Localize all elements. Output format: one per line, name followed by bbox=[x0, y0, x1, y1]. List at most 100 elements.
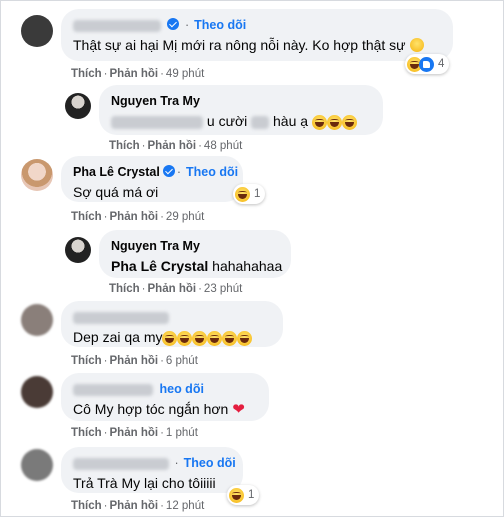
reply-button[interactable]: Phản hồi bbox=[110, 68, 159, 80]
comment-actions: Thích · Phản hồi · 49 phút bbox=[71, 68, 205, 80]
grinning-emoji-icon bbox=[410, 38, 425, 52]
follow-link[interactable]: Theo dõi bbox=[194, 18, 246, 32]
rofl-emoji-icon bbox=[311, 114, 327, 130]
comment-text: u cười hàu ạ bbox=[111, 112, 371, 131]
reply-button[interactable]: Phản hồi bbox=[148, 140, 197, 152]
comment-text: Sợ quá má ơi bbox=[73, 184, 159, 200]
comment-author-row bbox=[73, 309, 271, 325]
comment-text-part: u cười bbox=[206, 113, 248, 129]
comment-actions: Thích · Phản hồi · 1 phút bbox=[71, 427, 198, 439]
blurred-name bbox=[73, 19, 161, 32]
like-button[interactable]: Thích bbox=[71, 211, 102, 223]
blurred-text bbox=[251, 115, 270, 129]
comment-author-row: · Theo dõi bbox=[73, 455, 236, 471]
avatar[interactable] bbox=[21, 449, 53, 481]
like-button[interactable]: Thích bbox=[71, 355, 102, 367]
comment-bubble: · Theo dõi Thật sự ai hại Mị mới ra nông … bbox=[61, 9, 453, 61]
rofl-emoji-icon bbox=[177, 330, 193, 346]
comment-time[interactable]: 48 phút bbox=[204, 140, 242, 152]
comment-text-content: Thật sự ai hại Mị mới ra nông nỗi này. K… bbox=[73, 37, 406, 53]
comment-text-content: hahahahaa bbox=[212, 258, 283, 274]
comment-time[interactable]: 49 phút bbox=[166, 68, 204, 80]
reaction-summary[interactable]: 1 bbox=[227, 485, 260, 505]
comment-bubble: Nguyen Tra My u cười hàu ạ bbox=[99, 85, 383, 135]
blurred-name bbox=[73, 457, 169, 470]
rofl-emoji-icon bbox=[207, 330, 223, 346]
reaction-summary[interactable]: 1 bbox=[233, 184, 266, 204]
rofl-emoji-icon bbox=[237, 330, 253, 346]
comment-actions: Thích · Phản hồi · 12 phút bbox=[71, 500, 205, 512]
haha-reaction-icon bbox=[235, 186, 250, 202]
like-button[interactable]: Thích bbox=[71, 68, 102, 80]
red-heart-icon: ❤ bbox=[232, 401, 245, 418]
blurred-name bbox=[73, 383, 153, 396]
comment-text-content: Cô My hợp tóc ngắn hơn bbox=[73, 401, 229, 417]
avatar[interactable] bbox=[65, 237, 91, 263]
avatar[interactable] bbox=[65, 93, 91, 119]
verified-icon bbox=[162, 165, 175, 177]
avatar[interactable] bbox=[21, 304, 53, 336]
comment-bubble: Dep zai qa my bbox=[61, 301, 283, 347]
reply-button[interactable]: Phản hồi bbox=[148, 283, 197, 295]
comment-time[interactable]: 29 phút bbox=[166, 211, 204, 223]
haha-reaction-icon bbox=[229, 487, 244, 503]
reply-button[interactable]: Phản hồi bbox=[110, 500, 159, 512]
comment-author[interactable]: Nguyen Tra My bbox=[111, 238, 279, 254]
rofl-emoji-icon bbox=[162, 330, 178, 346]
comment-text: Dep zai qa my bbox=[73, 328, 271, 347]
comment-text: Pha Lê Crystal hahahahaa bbox=[111, 257, 283, 276]
reaction-count: 4 bbox=[438, 58, 445, 70]
comments-panel: · Theo dõi Thật sự ai hại Mị mới ra nông … bbox=[0, 0, 504, 517]
blurred-name bbox=[73, 311, 169, 324]
comment-time[interactable]: 12 phút bbox=[166, 500, 204, 512]
separator-dot: · bbox=[176, 165, 182, 179]
avatar[interactable] bbox=[21, 15, 53, 47]
comment-bubble: heo dõi Cô My hợp tóc ngắn hơn ❤ bbox=[61, 373, 269, 421]
reply-button[interactable]: Phản hồi bbox=[110, 211, 159, 223]
comment-bubble: Nguyen Tra My Pha Lê Crystal hahahahaa bbox=[99, 230, 291, 278]
comment-text: Thật sự ai hại Mị mới ra nông nỗi này. K… bbox=[73, 36, 441, 55]
separator-dot: · bbox=[184, 18, 190, 32]
comment-author-row: heo dõi bbox=[73, 381, 257, 397]
comment-actions: Thích · Phản hồi · 23 phút bbox=[109, 283, 243, 295]
avatar[interactable] bbox=[21, 376, 53, 408]
follow-link[interactable]: heo dõi bbox=[159, 382, 203, 396]
comment-author-row: Pha Lê Crystal · Theo dõi bbox=[73, 164, 238, 180]
reply-button[interactable]: Phản hồi bbox=[110, 355, 159, 367]
comment-text-content: Dep zai qa my bbox=[73, 329, 163, 345]
separator-dot: · bbox=[174, 456, 179, 470]
rofl-emoji-icon bbox=[192, 330, 208, 346]
comment-text-part: hàu ạ bbox=[273, 113, 309, 129]
comment-actions: Thích · Phản hồi · 29 phút bbox=[71, 211, 205, 223]
rofl-emoji-icon bbox=[341, 114, 357, 130]
reaction-summary[interactable]: 4 bbox=[405, 54, 450, 74]
blurred-text bbox=[111, 115, 203, 129]
follow-link[interactable]: Theo dõi bbox=[186, 165, 238, 179]
reaction-count: 1 bbox=[254, 188, 261, 200]
comment-time[interactable]: 1 phút bbox=[166, 427, 198, 439]
avatar[interactable] bbox=[21, 159, 53, 191]
comment-actions: Thích · Phản hồi · 6 phút bbox=[71, 355, 198, 367]
like-reaction-icon bbox=[419, 56, 434, 72]
reply-button[interactable]: Phản hồi bbox=[110, 427, 159, 439]
like-button[interactable]: Thích bbox=[109, 283, 140, 295]
comment-text: Trả Trà My lại cho tôiiiii bbox=[73, 475, 216, 491]
verified-icon bbox=[167, 18, 180, 30]
comment-author-row: · Theo dõi bbox=[73, 17, 441, 33]
rofl-emoji-icon bbox=[326, 114, 342, 130]
comment-actions: Thích · Phản hồi · 48 phút bbox=[109, 140, 243, 152]
like-button[interactable]: Thích bbox=[71, 500, 102, 512]
rofl-emoji-icon bbox=[222, 330, 238, 346]
comment-author[interactable]: Nguyen Tra My bbox=[111, 93, 371, 109]
follow-link[interactable]: Theo dõi bbox=[184, 456, 236, 470]
like-button[interactable]: Thích bbox=[71, 427, 102, 439]
comment-author[interactable]: Pha Lê Crystal bbox=[73, 165, 160, 179]
like-button[interactable]: Thích bbox=[109, 140, 140, 152]
comment-bubble: Pha Lê Crystal · Theo dõi Sợ quá má ơi bbox=[61, 156, 243, 202]
mention-link[interactable]: Pha Lê Crystal bbox=[111, 258, 208, 274]
reaction-count: 1 bbox=[248, 489, 255, 501]
comment-time[interactable]: 6 phút bbox=[166, 355, 198, 367]
comment-text: Cô My hợp tóc ngắn hơn ❤ bbox=[73, 400, 257, 419]
comment-time[interactable]: 23 phút bbox=[204, 283, 242, 295]
comment-bubble: · Theo dõi Trả Trà My lại cho tôiiiii bbox=[61, 447, 243, 493]
